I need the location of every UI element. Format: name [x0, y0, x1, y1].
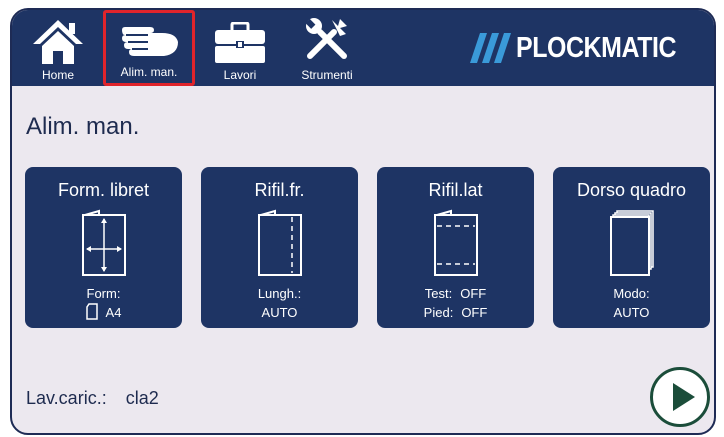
booklet-format-icon	[81, 209, 127, 282]
card-front-trim[interactable]: Rifil.fr. Lungh.: AUTO	[201, 167, 358, 328]
brand-slashes-icon	[469, 33, 511, 63]
card-values: Lungh.: AUTO	[201, 284, 358, 322]
hand-icon	[118, 18, 180, 65]
nav-jobs-label: Lavori	[223, 68, 257, 82]
length-value: AUTO	[261, 305, 298, 320]
top-navigation-bar: Home Alim. man. Lavori Strumenti PLOCKMA…	[12, 10, 714, 86]
paper-size-icon	[85, 303, 98, 320]
nav-tools[interactable]: Strumenti	[294, 10, 360, 86]
tools-icon	[304, 16, 350, 67]
card-side-trim[interactable]: Rifil.lat Test: OFF Pied: OFF	[377, 167, 534, 328]
card-values: Test: OFF Pied: OFF	[377, 284, 534, 322]
foot-trim-value: OFF	[461, 305, 488, 320]
card-values: Form: A4	[25, 284, 182, 322]
front-trim-icon	[257, 209, 303, 282]
nav-home[interactable]: Home	[30, 10, 86, 86]
main-screen: Home Alim. man. Lavori Strumenti PLOCKMA…	[10, 8, 716, 435]
nav-jobs[interactable]: Lavori	[212, 10, 268, 86]
brand-name: PLOCKMATIC	[515, 31, 677, 64]
card-title: Rifil.fr.	[254, 180, 305, 200]
square-back-icon	[607, 209, 657, 282]
card-title: Form. libret	[57, 180, 149, 200]
loaded-job-value: cla2	[125, 388, 159, 408]
mode-label: Modo:	[613, 286, 650, 301]
mode-value: AUTO	[613, 305, 650, 320]
card-title: Dorso quadro	[576, 180, 687, 200]
start-button[interactable]	[650, 367, 710, 427]
home-icon	[31, 18, 85, 69]
loaded-job: Lav.caric.: cla2	[26, 388, 173, 409]
card-values: Modo: AUTO	[553, 284, 710, 322]
play-icon	[673, 383, 695, 411]
nav-home-label: Home	[41, 68, 74, 82]
page-title: Alim. man.	[26, 113, 140, 140]
card-booklet-format[interactable]: Form. libret Form: A4	[25, 167, 182, 328]
nav-manual-feed-label: Alim. man.	[120, 65, 178, 79]
card-title: Rifil.lat	[428, 180, 483, 200]
foot-trim-label: Pied:	[423, 305, 454, 320]
format-label: Form:	[86, 286, 121, 301]
loaded-job-label: Lav.caric.:	[26, 388, 107, 408]
head-trim-label: Test:	[424, 286, 453, 301]
side-trim-icon	[433, 209, 479, 282]
briefcase-icon	[214, 21, 266, 69]
brand-logo: PLOCKMATIC	[469, 30, 702, 66]
nav-tools-label: Strumenti	[301, 68, 353, 82]
length-label: Lungh.:	[257, 286, 302, 301]
nav-manual-feed[interactable]: Alim. man.	[103, 10, 195, 86]
format-value: A4	[105, 305, 122, 320]
card-square-back[interactable]: Dorso quadro Modo: AUTO	[553, 167, 710, 328]
head-trim-value: OFF	[460, 286, 487, 301]
